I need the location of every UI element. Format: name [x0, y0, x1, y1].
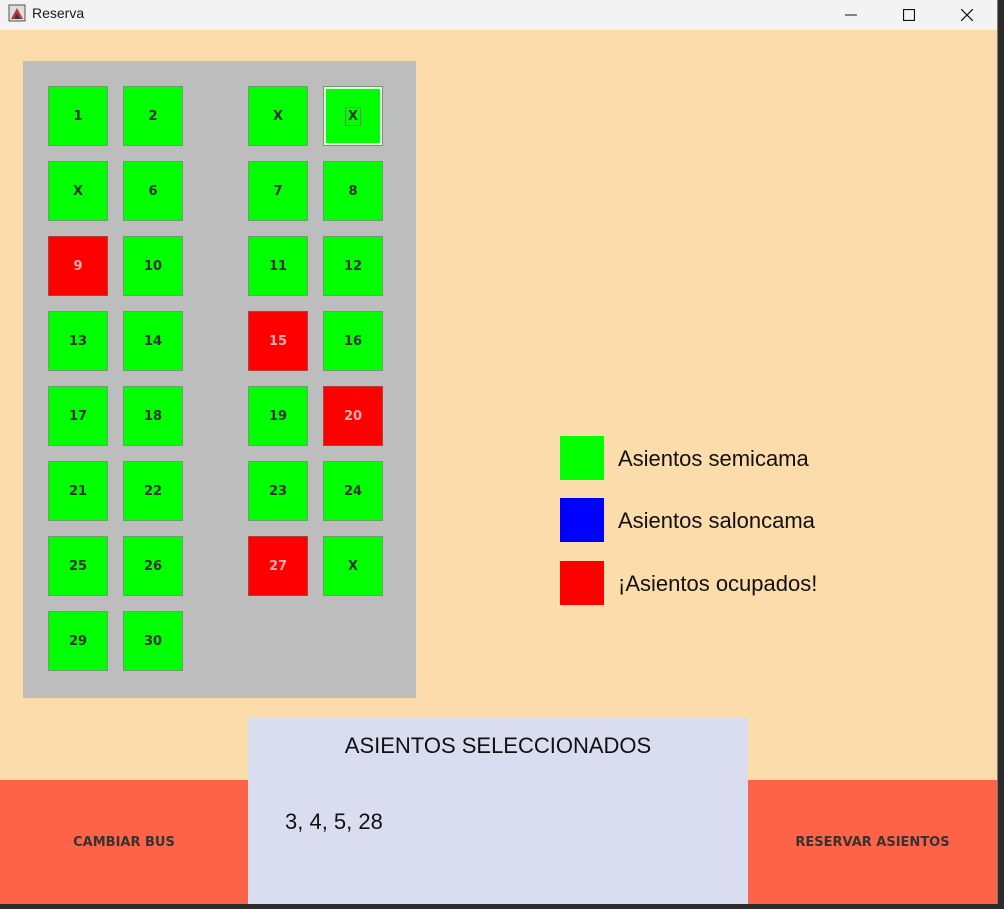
seat-button[interactable]: 21 — [48, 461, 108, 521]
change-bus-button[interactable]: CAMBIAR BUS — [0, 780, 248, 904]
minimize-button[interactable] — [822, 0, 880, 30]
window-title: Reserva — [32, 5, 85, 21]
seat-button[interactable]: 17 — [48, 386, 108, 446]
legend-swatch — [560, 561, 604, 605]
seat-button[interactable]: 29 — [48, 611, 108, 671]
java-app-icon — [8, 4, 26, 22]
legend-swatch — [560, 436, 604, 480]
seat-button[interactable]: 7 — [248, 161, 308, 221]
seat-button[interactable]: X — [323, 86, 383, 146]
seat-button[interactable]: 22 — [123, 461, 183, 521]
legend-label: Asientos semicama — [618, 446, 809, 471]
seat-button[interactable]: 30 — [123, 611, 183, 671]
seat-button[interactable]: 20 — [323, 386, 383, 446]
seat-button[interactable]: 11 — [248, 236, 308, 296]
selected-seats-value: 3, 4, 5, 28 — [285, 809, 383, 834]
seat-button[interactable]: 2 — [123, 86, 183, 146]
seat-button[interactable]: 10 — [123, 236, 183, 296]
seat-button[interactable]: 18 — [123, 386, 183, 446]
selected-seats-panel: ASIENTOS SELECCIONADOS 3, 4, 5, 28 — [248, 717, 748, 904]
reserva-window: Reserva 1 2 X X X 6 7 8 9 10 11 12 13 14… — [0, 0, 998, 904]
seat-button[interactable]: 26 — [123, 536, 183, 596]
seat-map-panel: 1 2 X X X 6 7 8 9 10 11 12 13 14 15 16 1… — [23, 61, 416, 698]
seat-button[interactable]: 15 — [248, 311, 308, 371]
seat-button[interactable]: 16 — [323, 311, 383, 371]
seat-button[interactable]: X — [323, 536, 383, 596]
title-bar: Reserva — [0, 0, 997, 30]
maximize-button[interactable] — [880, 0, 938, 30]
reserve-seats-button[interactable]: RESERVAR ASIENTOS — [748, 780, 997, 904]
seat-button[interactable]: 13 — [48, 311, 108, 371]
seat-button[interactable]: 12 — [323, 236, 383, 296]
seat-button[interactable]: 19 — [248, 386, 308, 446]
selected-seats-title: ASIENTOS SELECCIONADOS — [344, 733, 652, 758]
seat-button[interactable]: 8 — [323, 161, 383, 221]
close-button[interactable] — [938, 0, 996, 30]
seat-button[interactable]: 23 — [248, 461, 308, 521]
seat-button[interactable]: 25 — [48, 536, 108, 596]
seat-button[interactable]: X — [248, 86, 308, 146]
seat-button[interactable]: 14 — [123, 311, 183, 371]
seat-button[interactable]: 9 — [48, 236, 108, 296]
legend-swatch — [560, 498, 604, 542]
close-icon — [961, 9, 973, 21]
seat-button[interactable]: 24 — [323, 461, 383, 521]
seat-button[interactable]: 6 — [123, 161, 183, 221]
legend-label: ¡Asientos ocupados! — [618, 571, 818, 596]
seat-button[interactable]: X — [48, 161, 108, 221]
minimize-icon — [845, 14, 857, 16]
seat-button[interactable]: 27 — [248, 536, 308, 596]
seat-button[interactable]: 1 — [48, 86, 108, 146]
legend-label: Asientos saloncama — [618, 508, 815, 533]
maximize-icon — [903, 9, 915, 21]
